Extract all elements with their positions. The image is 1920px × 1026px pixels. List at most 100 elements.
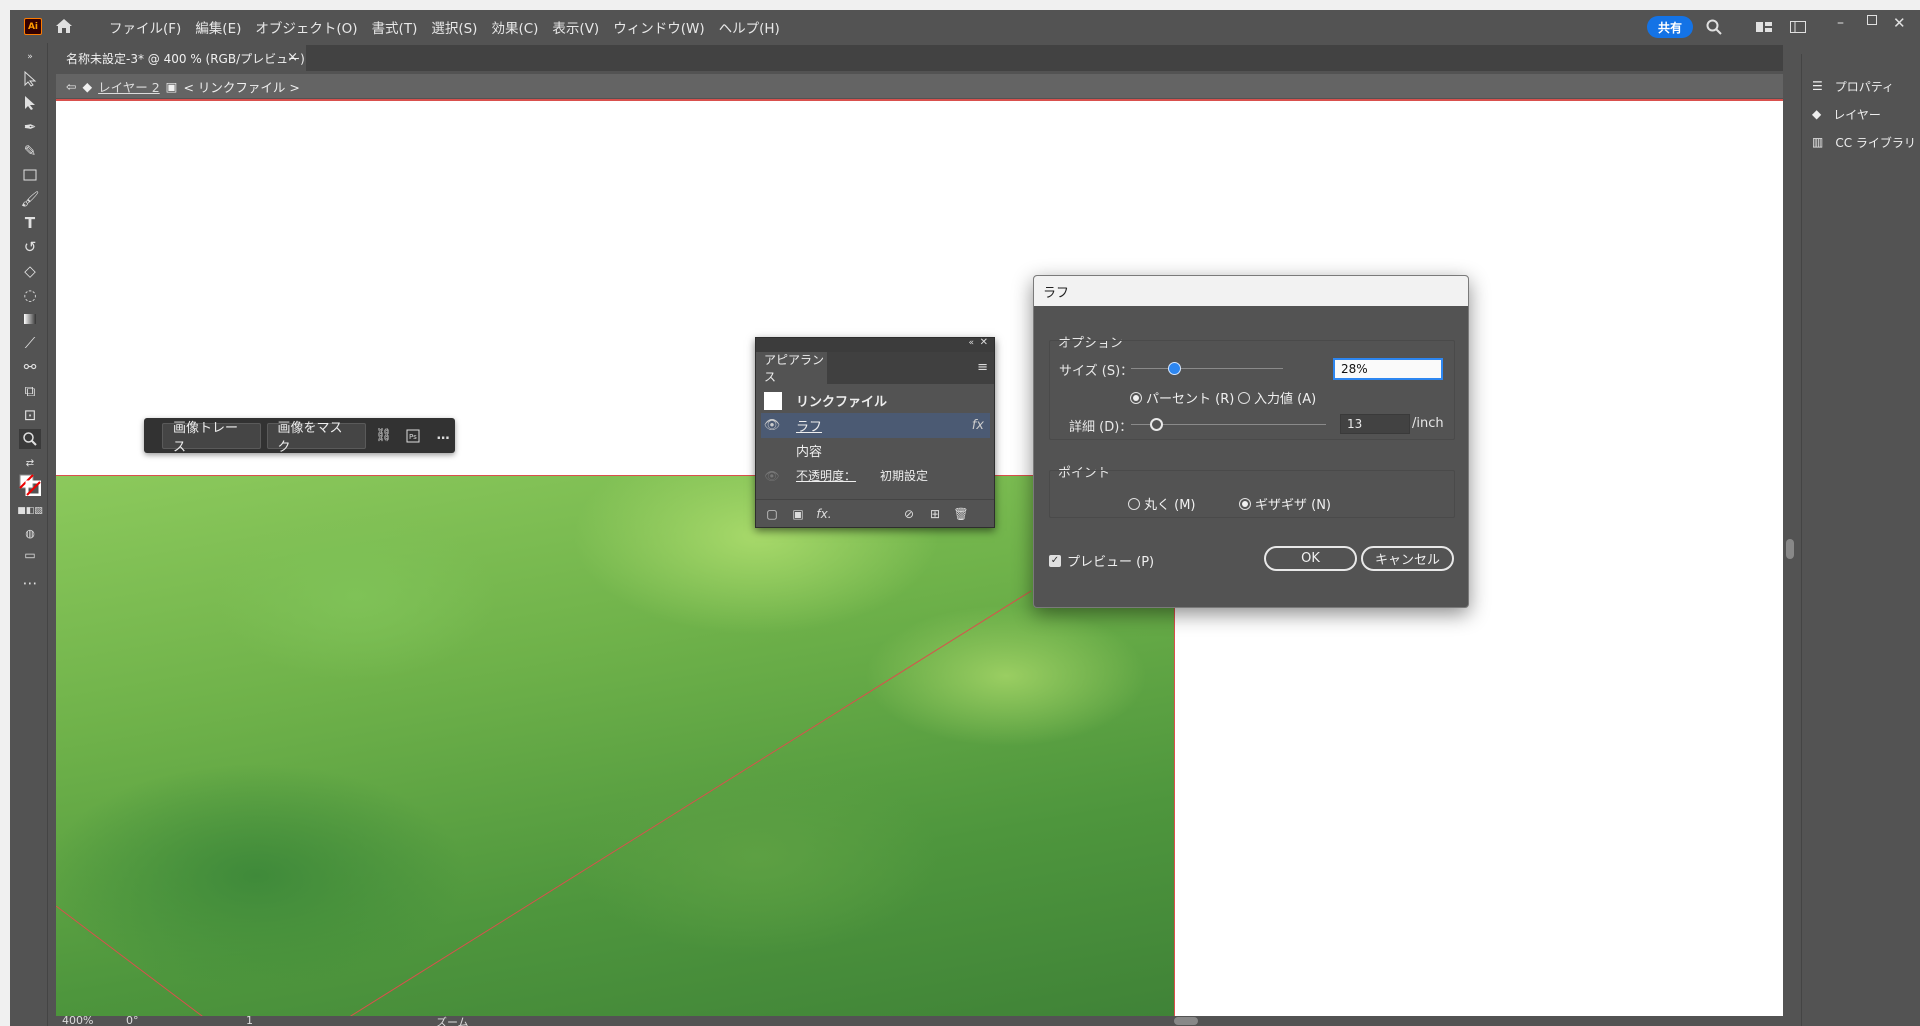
document-tabbar: 名称未設定-3* @ 400 % (RGB/プレビュー) × <box>56 45 1783 71</box>
zoom-level[interactable]: 400% <box>62 1014 93 1026</box>
add-effect-icon[interactable]: fx. <box>816 506 832 522</box>
type-tool-icon[interactable]: T <box>19 213 41 233</box>
libraries-icon: ▥ <box>1812 135 1824 149</box>
row-label[interactable]: ラフ <box>796 416 822 435</box>
lasso-tool-icon[interactable]: ◌ <box>19 285 41 305</box>
blend-tool-icon[interactable]: ⚯ <box>19 357 41 377</box>
restore-icon[interactable] <box>1865 13 1883 31</box>
minimize-icon[interactable]: – <box>1837 15 1855 33</box>
panel-properties[interactable]: ☰ プロパティ <box>1812 74 1917 98</box>
trash-icon[interactable]: 🗑 <box>953 506 969 522</box>
menu-effect[interactable]: 効果(C) <box>484 17 545 37</box>
preview-checkbox[interactable]: ✓ プレビュー (P) <box>1049 551 1154 570</box>
paintbrush-tool-icon[interactable]: 🖌 <box>19 189 41 209</box>
menu-select[interactable]: 選択(S) <box>424 17 484 37</box>
clear-appearance-icon[interactable]: ⊘ <box>901 506 917 522</box>
add-stroke-icon[interactable]: ▢ <box>764 506 780 522</box>
absolute-radio[interactable]: 入力値 (A) <box>1238 388 1316 407</box>
fill-stroke-icon[interactable] <box>19 474 41 496</box>
collapse-panel-icon[interactable]: « <box>968 338 974 348</box>
color-mode-icon[interactable]: ■◧▨ <box>17 501 43 521</box>
artboard-number[interactable]: 1 <box>246 1014 253 1026</box>
curvature-tool-icon[interactable]: ✎ <box>19 141 41 161</box>
vertical-scrollbar[interactable] <box>1783 74 1797 1017</box>
menu-file[interactable]: ファイル(F) <box>102 17 188 37</box>
contextual-taskbar: 画像トレース 画像をマスク ⛓ Ps … <box>144 418 455 455</box>
cancel-button[interactable]: キャンセル <box>1361 546 1454 571</box>
artboard-tool-icon[interactable]: ⊡ <box>19 405 41 425</box>
menu-type[interactable]: 書式(T) <box>365 17 425 37</box>
opacity-label[interactable]: 不透明度： <box>796 467 856 484</box>
swap-colors-icon[interactable]: ⇄ <box>19 453 41 473</box>
size-slider-thumb[interactable] <box>1167 362 1181 375</box>
duplicate-item-icon[interactable]: ⊞ <box>927 506 943 522</box>
eyedropper-tool-icon[interactable]: ⟋ <box>19 333 41 353</box>
zoom-tool-icon[interactable] <box>19 429 41 449</box>
panel-label: プロパティ <box>1834 79 1895 94</box>
draw-mode-icon[interactable]: ◍ <box>19 523 41 543</box>
close-panel-icon[interactable]: ✕ <box>980 337 988 348</box>
menu-view[interactable]: 表示(V) <box>545 17 606 37</box>
home-icon[interactable] <box>54 16 74 36</box>
share-button[interactable]: 共有 <box>1647 16 1693 38</box>
menu-edit[interactable]: 編集(E) <box>188 17 248 37</box>
scroll-thumb[interactable] <box>1174 1017 1198 1025</box>
breadcrumb-object[interactable]: < リンクファイル > <box>183 77 299 96</box>
size-slider[interactable] <box>1131 368 1283 369</box>
image-trace-button[interactable]: 画像トレース <box>162 421 261 455</box>
tab-appearance[interactable]: アピアランス <box>756 352 827 384</box>
detail-label: 詳細 (D)： <box>1069 420 1133 435</box>
mask-image-button[interactable]: 画像をマスク <box>266 421 366 455</box>
selection-tool-icon[interactable] <box>19 69 41 89</box>
add-fill-icon[interactable]: ▣ <box>790 506 806 522</box>
document-tab[interactable]: 名称未設定-3* @ 400 % (RGB/プレビュー) × <box>56 45 306 71</box>
photoshop-icon[interactable]: Ps <box>402 424 426 448</box>
panel-cc-libraries[interactable]: ▥ CC ライブラリ <box>1812 130 1917 154</box>
horizontal-scrollbar[interactable] <box>574 1016 1783 1026</box>
close-tab-icon[interactable]: × <box>287 50 298 65</box>
panel-layers[interactable]: ◆ レイヤー <box>1812 102 1917 126</box>
detail-input[interactable]: 13 <box>1340 414 1410 434</box>
close-window-icon[interactable]: ✕ <box>1893 14 1911 32</box>
linked-image-grass[interactable] <box>56 475 1175 1017</box>
appearance-row-opacity[interactable]: 👁 不透明度： 初期設定 <box>761 463 990 488</box>
appearance-row-contents[interactable]: 内容 <box>761 438 990 463</box>
panel-toggle-icon[interactable] <box>1789 18 1807 36</box>
rectangle-tool-icon[interactable] <box>19 165 41 185</box>
fx-icon[interactable]: fx <box>972 418 984 433</box>
menu-window[interactable]: ウィンドウ(W) <box>606 17 711 37</box>
rotate-tool-icon[interactable]: ↺ <box>19 237 41 257</box>
eraser-tool-icon[interactable]: ◇ <box>19 261 41 281</box>
canvas[interactable] <box>56 99 1783 1017</box>
corner-radio[interactable]: ギザギザ (N) <box>1239 494 1331 513</box>
more-options-icon[interactable]: … <box>431 424 455 448</box>
menu-help[interactable]: ヘルプ(H) <box>712 17 787 37</box>
collapse-toolbar-icon[interactable]: » <box>19 47 41 67</box>
smooth-radio[interactable]: 丸く (M) <box>1128 494 1196 513</box>
back-arrow-icon[interactable]: ⇦ <box>66 79 76 94</box>
breadcrumb-layer[interactable]: レイヤー 2 <box>98 77 160 96</box>
ok-button[interactable]: OK <box>1264 546 1357 571</box>
scroll-thumb[interactable] <box>1786 539 1794 559</box>
direct-selection-tool-icon[interactable] <box>19 93 41 113</box>
visibility-eye-icon[interactable]: 👁 <box>761 418 783 433</box>
menu-object[interactable]: オブジェクト(O) <box>248 17 364 37</box>
size-input[interactable]: 28% <box>1333 358 1443 380</box>
appearance-row-roughen[interactable]: 👁 ラフ fx <box>761 413 990 438</box>
visibility-eye-icon[interactable]: 👁 <box>761 469 783 483</box>
appearance-row-linked-file[interactable]: リンクファイル <box>761 388 990 413</box>
panel-menu-icon[interactable]: ≡ <box>977 360 988 375</box>
appearance-tabbar: アピアランス ≡ <box>756 352 994 384</box>
current-tool: ズーム <box>436 1016 469 1026</box>
shape-builder-tool-icon[interactable]: ⧉ <box>19 381 41 401</box>
edit-toolbar-icon[interactable]: ⋯ <box>19 573 41 593</box>
link-icon[interactable]: ⛓ <box>372 424 396 448</box>
rotation-value[interactable]: 0° <box>126 1014 139 1026</box>
percent-radio[interactable]: パーセント (R) <box>1130 388 1234 407</box>
search-icon[interactable] <box>1705 18 1723 36</box>
workspace-icon[interactable] <box>1755 18 1773 36</box>
pen-tool-icon[interactable]: ✒ <box>19 117 41 137</box>
roughen-dialog: ラフ オプション サイズ (S)： 28% パーセント (R) 入力値 (A) … <box>1033 275 1469 608</box>
gradient-tool-icon[interactable] <box>19 309 41 329</box>
screen-mode-icon[interactable]: ▭ <box>19 545 41 565</box>
